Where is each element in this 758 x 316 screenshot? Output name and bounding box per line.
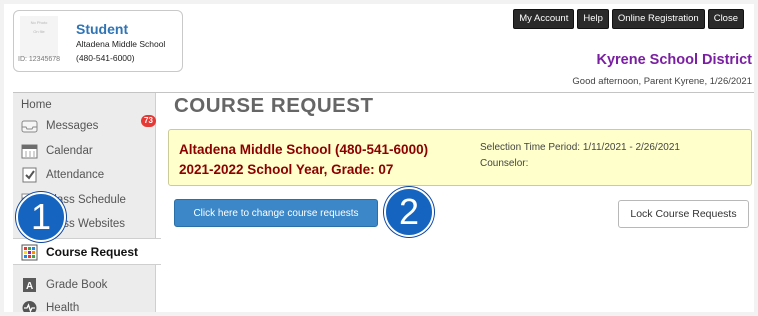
- greeting-text: Good afternoon, Parent Kyrene, 1/26/2021: [572, 76, 752, 87]
- online-registration-button[interactable]: Online Registration: [611, 9, 705, 29]
- svg-text:A: A: [26, 281, 33, 292]
- selection-time-period: Selection Time Period: 1/11/2021 - 2/26/…: [480, 142, 680, 153]
- course-info-box: Altadena Middle School (480-541-6000) 20…: [168, 129, 752, 186]
- change-course-requests-button[interactable]: Click here to change course requests: [174, 199, 378, 227]
- top-nav: My Account Help Online Registration Clos…: [513, 9, 744, 29]
- close-button[interactable]: Close: [707, 9, 744, 29]
- sidebar-item-attendance[interactable]: Attendance: [13, 164, 156, 186]
- student-card[interactable]: No Photo On file Student Altadena Middle…: [13, 10, 183, 72]
- messages-count-badge: 73: [141, 115, 156, 127]
- sidebar-item-grade-book[interactable]: A Grade Book: [13, 274, 156, 296]
- school-year-grade: 2021-2022 School Year, Grade: 07: [179, 162, 394, 177]
- app-frame: No Photo On file Student Altadena Middle…: [4, 4, 754, 312]
- sidebar-item-messages[interactable]: Messages 73: [13, 115, 156, 137]
- student-photo-placeholder: No Photo On file: [20, 16, 58, 58]
- inbox-icon: [21, 118, 38, 134]
- lock-course-requests-button[interactable]: Lock Course Requests: [618, 200, 749, 228]
- help-button[interactable]: Help: [577, 9, 609, 29]
- school-info: Altadena Middle School (480-541-6000): [179, 142, 429, 157]
- step-marker-1: 1: [16, 192, 66, 242]
- photo-sublabel: On file: [33, 29, 45, 34]
- counselor-label: Counselor:: [480, 158, 529, 169]
- sidebar-item-label: Health: [46, 302, 80, 312]
- gradebook-icon: A: [21, 277, 38, 293]
- calendar-icon: [21, 143, 38, 159]
- attendance-icon: [21, 167, 38, 183]
- health-icon: [21, 300, 38, 312]
- sidebar-item-course-request[interactable]: Course Request: [13, 238, 161, 265]
- sidebar-item-home[interactable]: Home: [13, 96, 156, 114]
- my-account-button[interactable]: My Account: [513, 9, 575, 29]
- page-title: COURSE REQUEST: [174, 94, 374, 117]
- student-name: Student: [76, 21, 129, 37]
- student-school: Altadena Middle School: [76, 39, 166, 49]
- district-name: Kyrene School District: [596, 52, 752, 68]
- step-marker-2: 2: [384, 187, 434, 237]
- student-id: ID: 12345678: [18, 56, 61, 63]
- sidebar-item-health[interactable]: Health: [13, 297, 156, 312]
- student-phone: (480-541-6000): [76, 53, 135, 63]
- course-request-icon: [21, 244, 38, 260]
- sidebar-item-label: Messages: [46, 120, 99, 132]
- sidebar-item-label: Attendance: [46, 169, 105, 181]
- sidebar-item-calendar[interactable]: Calendar: [13, 140, 156, 162]
- photo-label: No Photo: [30, 20, 48, 25]
- sidebar-item-label: Home: [21, 99, 52, 111]
- sidebar-item-label: Calendar: [46, 145, 93, 157]
- sidebar-item-label: Grade Book: [46, 279, 108, 291]
- sidebar-item-label: Course Request: [46, 244, 139, 259]
